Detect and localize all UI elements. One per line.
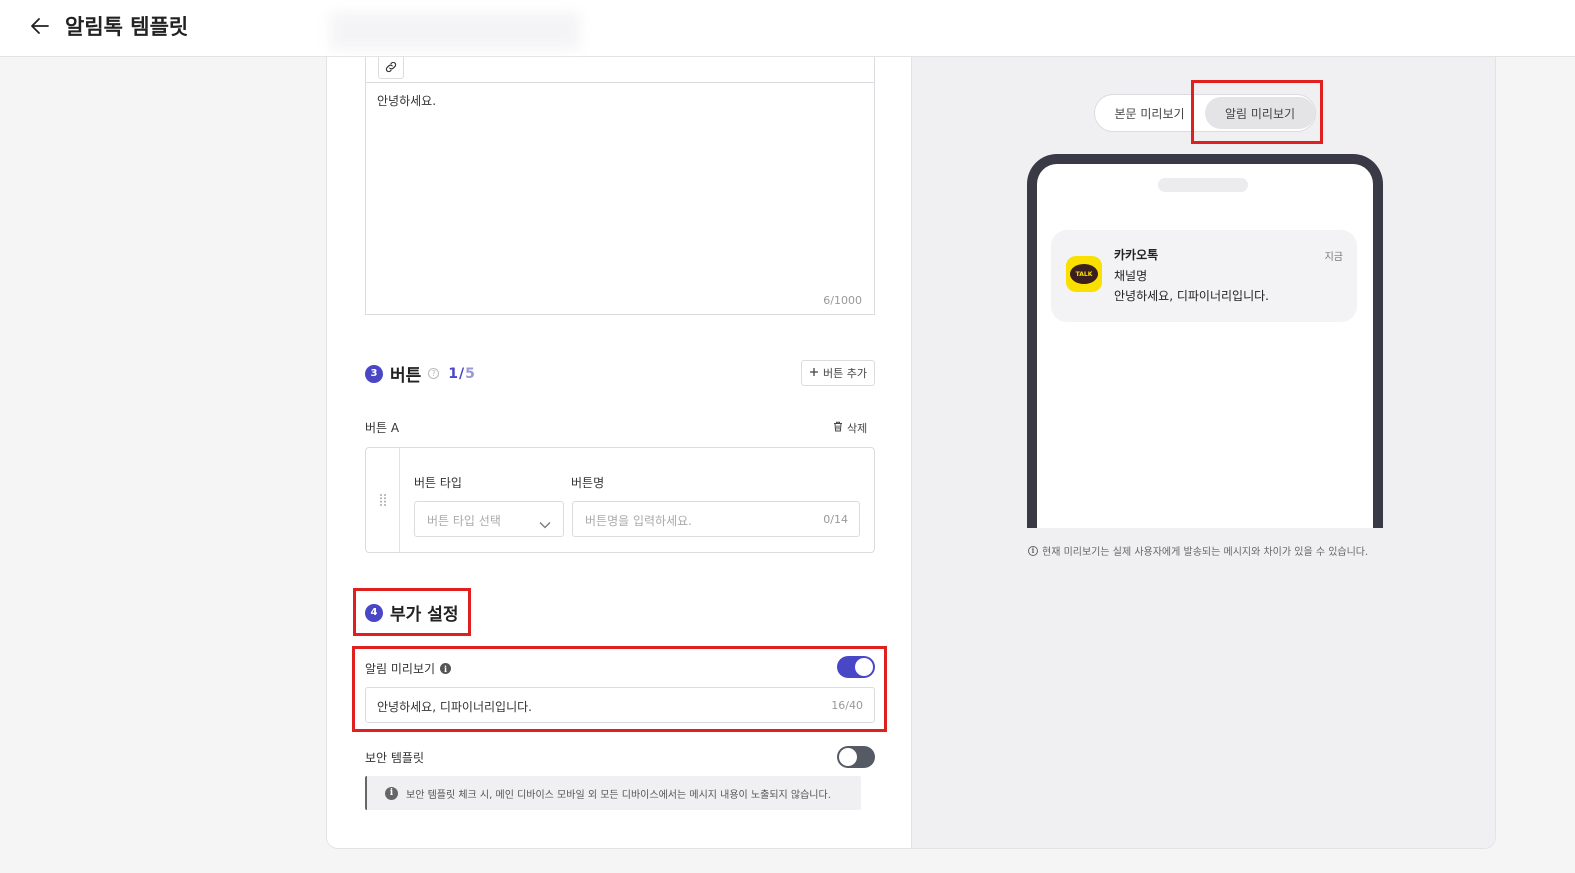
- button-name-label: 버튼명: [571, 476, 605, 490]
- button-name-input[interactable]: 버튼명을 입력하세요. 0/14: [572, 501, 860, 537]
- notification-message: 안녕하세요, 디파이너리입니다.: [1114, 289, 1269, 303]
- notification-time: 지금: [1324, 252, 1343, 263]
- kakao-talk-icon: TALK: [1066, 256, 1102, 292]
- back-arrow-icon[interactable]: [28, 14, 52, 38]
- active-tab-highlight: [1191, 80, 1323, 144]
- template-card: 안녕하세요. 6/1000 3 버튼 ? 1 / 5 버튼 추가 버튼 A 삭제…: [326, 57, 1496, 849]
- delete-button[interactable]: 삭제: [833, 420, 867, 436]
- button-name-placeholder: 버튼명을 입력하세요.: [585, 514, 692, 528]
- page-title: 알림톡 템플릿: [65, 15, 189, 39]
- section-title: 버튼: [390, 366, 422, 386]
- disclaimer-text: 현재 미리보기는 실제 사용자에게 발송되는 메시지와 차이가 있을 수 있습니…: [1042, 547, 1369, 558]
- message-editor[interactable]: 안녕하세요. 6/1000: [365, 82, 875, 315]
- notification-preview-label: 알림 미리보기 i: [365, 660, 452, 677]
- add-button-label: 버튼 추가: [823, 367, 867, 380]
- secure-template-notice: i 보안 템플릿 체크 시, 메인 디바이스 모바일 외 모든 디바이스에서는 …: [365, 776, 861, 810]
- help-icon[interactable]: ?: [428, 368, 440, 379]
- notification-preview-count: 16/40: [831, 699, 863, 712]
- secure-template-toggle[interactable]: [837, 746, 875, 768]
- tab-body-preview[interactable]: 본문 미리보기: [1095, 95, 1204, 131]
- button-name-count: 0/14: [823, 513, 848, 526]
- add-button-button[interactable]: 버튼 추가: [801, 360, 875, 386]
- section-title: 부가 설정: [390, 605, 459, 625]
- blurred-area: [330, 12, 580, 50]
- phone-mockup: TALK 카카오톡 지금 채널명 안녕하세요, 디파이너리입니다.: [1027, 154, 1383, 528]
- secure-template-label: 보안 템플릿: [365, 751, 425, 765]
- top-bar: 알림톡 템플릿: [0, 0, 1575, 57]
- phone-notch: [1158, 178, 1248, 192]
- template-form: 안녕하세요. 6/1000 3 버튼 ? 1 / 5 버튼 추가 버튼 A 삭제…: [327, 57, 912, 848]
- plus-icon: [809, 367, 819, 380]
- editor-toolbar: [365, 57, 875, 83]
- info-icon[interactable]: i: [440, 663, 452, 674]
- talk-logo-text: TALK: [1070, 264, 1098, 284]
- trash-icon: [833, 421, 843, 435]
- editor-char-count: 6/1000: [823, 294, 862, 307]
- button-a-config: 버튼 타입 버튼명 버튼 타입 선택 버튼명을 입력하세요. 0/14: [365, 447, 875, 553]
- button-count-separator: /: [459, 365, 465, 382]
- button-type-select[interactable]: 버튼 타입 선택: [414, 501, 564, 537]
- notification-preview-text: 알림 미리보기: [365, 662, 436, 676]
- notification-preview-toggle[interactable]: [837, 656, 875, 678]
- link-icon[interactable]: [378, 57, 404, 79]
- notice-text: 보안 템플릿 체크 시, 메인 디바이스 모바일 외 모든 디바이스에서는 메시…: [406, 789, 831, 801]
- editor-content: 안녕하세요.: [377, 94, 437, 108]
- preview-disclaimer: i 현재 미리보기는 실제 사용자에게 발송되는 메시지와 차이가 있을 수 있…: [1028, 543, 1368, 558]
- button-count-current: 1: [448, 365, 459, 382]
- notification-channel: 채널명: [1114, 269, 1148, 283]
- buttons-section-header: 3 버튼 ? 1 / 5: [365, 361, 475, 386]
- extra-section-header: 4 부가 설정: [365, 600, 458, 625]
- button-a-label: 버튼 A: [365, 421, 400, 435]
- drag-handle-icon[interactable]: [366, 448, 400, 552]
- toggle-knob: [855, 658, 873, 676]
- info-icon: i: [385, 786, 398, 800]
- chevron-down-icon: [539, 514, 551, 533]
- notification-preview-value: 안녕하세요, 디파이너리입니다.: [377, 700, 532, 714]
- step-badge: 4: [365, 603, 383, 622]
- delete-label: 삭제: [847, 422, 868, 435]
- button-count-max: 5: [465, 365, 475, 382]
- button-type-placeholder: 버튼 타입 선택: [427, 514, 501, 528]
- button-type-label: 버튼 타입: [414, 476, 462, 490]
- notification-card: TALK 카카오톡 지금 채널명 안녕하세요, 디파이너리입니다.: [1051, 230, 1357, 322]
- info-icon: i: [1028, 545, 1038, 556]
- toggle-knob: [839, 748, 857, 766]
- notification-preview-input[interactable]: 안녕하세요, 디파이너리입니다. 16/40: [365, 687, 875, 723]
- step-badge: 3: [365, 364, 383, 383]
- preview-pane: 본문 미리보기 알림 미리보기 TALK 카카오톡 지금 채널명 안녕하세요, …: [912, 57, 1495, 848]
- notification-app-name: 카카오톡: [1114, 248, 1159, 262]
- button-count: 1 / 5: [448, 366, 475, 382]
